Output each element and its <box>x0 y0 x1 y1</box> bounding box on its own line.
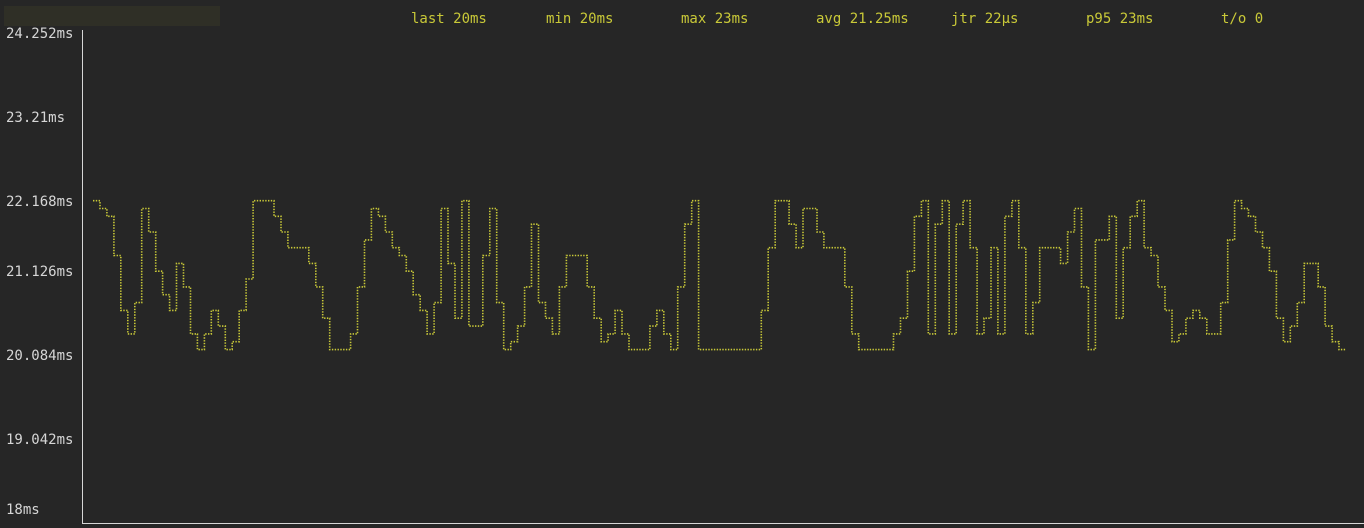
latency-line <box>93 199 1346 351</box>
latency-chart <box>82 30 1364 524</box>
latency-series <box>93 199 1346 351</box>
